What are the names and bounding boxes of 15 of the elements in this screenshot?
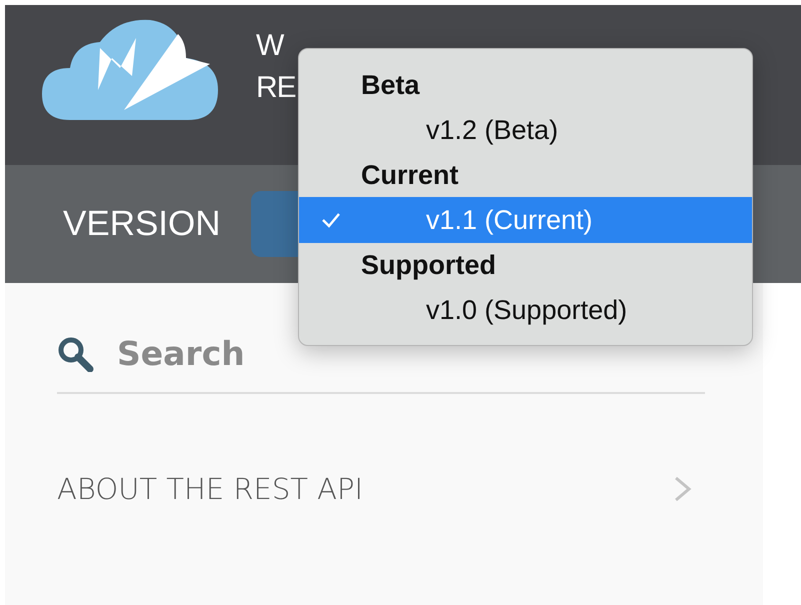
menu-item[interactable]: v1.2 (Beta) (299, 107, 752, 153)
nav-item[interactable]: ABOUT THE REST API (57, 472, 693, 506)
site-title: RE (256, 70, 296, 106)
site-title: W (256, 28, 284, 64)
search-icon (57, 336, 95, 372)
chevron-right-icon (673, 475, 693, 503)
menu-group-heading: Supported (360, 249, 497, 282)
menu-group-heading: Beta (360, 69, 421, 102)
menu-item[interactable]: v1.0 (Supported) (299, 287, 752, 333)
search-field[interactable]: Search (115, 333, 619, 374)
menu-group-heading: Current (360, 159, 460, 192)
cloud-logo-icon (40, 18, 220, 122)
checkmark-icon (321, 212, 341, 228)
menu-item[interactable]: v1.1 (Current) (299, 197, 752, 243)
version-label: VERSION (63, 204, 221, 244)
